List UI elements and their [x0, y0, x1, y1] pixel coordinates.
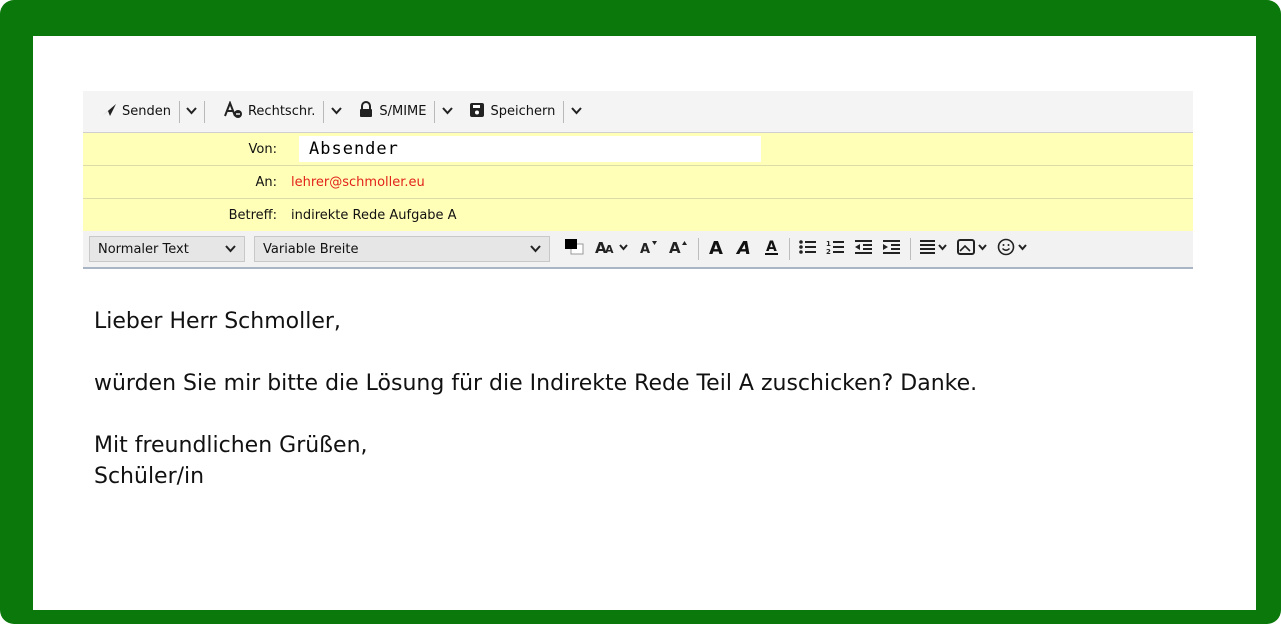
indent-icon	[882, 239, 902, 259]
compose-toolbar: Senden Rechtschr. S/MIME Speichern	[83, 91, 1193, 133]
chevron-down-icon	[225, 242, 236, 257]
send-dropdown[interactable]	[184, 98, 200, 126]
format-toolbar: Normaler Text Variable Breite AA A A A A…	[83, 231, 1193, 269]
toolbar-separator	[698, 238, 699, 260]
body-line: würden Sie mir bitte die Lösung für die …	[94, 371, 978, 396]
font-value: Variable Breite	[263, 241, 359, 257]
from-label: Von:	[248, 141, 277, 157]
spellcheck-dropdown[interactable]	[328, 98, 344, 126]
message-body[interactable]: Lieber Herr Schmoller, würden Sie mir bi…	[94, 306, 977, 492]
indent-button[interactable]	[878, 235, 906, 263]
to-row: An: lehrer@schmoller.eu	[83, 166, 1193, 199]
italic-icon: A	[735, 238, 755, 260]
svg-text:1: 1	[826, 240, 831, 248]
save-icon	[469, 102, 485, 122]
chevron-down-icon	[331, 104, 342, 119]
underline-button[interactable]: A	[759, 235, 785, 263]
align-button[interactable]	[915, 235, 953, 263]
chevron-down-icon	[571, 104, 582, 119]
subject-label: Betreff:	[228, 207, 277, 223]
chevron-down-icon	[530, 242, 541, 257]
font-smaller-icon: A	[638, 238, 660, 260]
svg-text:A: A	[735, 238, 751, 256]
align-icon	[919, 239, 949, 259]
toolbar-separator	[323, 100, 325, 123]
toolbar-separator	[203, 100, 205, 123]
text-color-button[interactable]	[558, 235, 590, 263]
from-row: Von: Absender	[83, 133, 1193, 166]
emoji-button[interactable]	[993, 235, 1035, 263]
outdent-button[interactable]	[850, 235, 878, 263]
lock-icon	[358, 101, 374, 122]
bold-button[interactable]: A	[703, 235, 731, 263]
closing-line: Mit freundlichen Grüßen,	[94, 433, 368, 458]
bold-icon: A	[707, 238, 727, 260]
signature-line: Schüler/in	[94, 464, 205, 489]
save-label: Speichern	[490, 104, 556, 119]
image-icon	[957, 239, 989, 259]
subject-row: Betreff: indirekte Rede Aufgabe A	[83, 199, 1193, 231]
greeting-line: Lieber Herr Schmoller,	[94, 309, 341, 334]
svg-text:A: A	[709, 238, 723, 256]
from-field[interactable]: Absender	[299, 136, 761, 162]
toolbar-separator	[563, 100, 565, 123]
smime-label: S/MIME	[379, 104, 427, 119]
insert-image-button[interactable]	[953, 235, 993, 263]
chevron-down-icon	[186, 104, 198, 119]
toolbar-separator	[434, 100, 436, 123]
chevron-down-icon	[442, 104, 453, 119]
bullet-list-icon	[798, 239, 818, 259]
increase-font-button[interactable]: A	[664, 235, 694, 263]
outdent-icon	[854, 239, 874, 259]
color-swatch-icon	[562, 237, 586, 261]
underline-icon: A	[763, 238, 781, 260]
toolbar-separator	[789, 238, 790, 260]
toolbar-separator	[910, 238, 911, 260]
to-field[interactable]: lehrer@schmoller.eu	[291, 175, 425, 190]
toolbar-separator	[178, 100, 180, 123]
spellcheck-icon	[223, 99, 243, 123]
compose-window: Senden Rechtschr. S/MIME Speichern Von: …	[83, 91, 1193, 269]
font-size-button[interactable]: AA	[590, 235, 634, 263]
svg-text:A: A	[605, 243, 614, 256]
italic-button[interactable]: A	[731, 235, 759, 263]
numbered-list-icon: 12	[826, 239, 846, 259]
svg-text:A: A	[766, 239, 777, 255]
decrease-font-button[interactable]: A	[634, 235, 664, 263]
send-button[interactable]: Senden	[97, 98, 175, 126]
save-dropdown[interactable]	[568, 98, 584, 126]
svg-text:A: A	[669, 239, 681, 256]
smime-button[interactable]: S/MIME	[354, 98, 430, 126]
header-fields: Von: Absender An: lehrer@schmoller.eu Be…	[83, 133, 1193, 231]
font-select[interactable]: Variable Breite	[254, 236, 550, 262]
svg-text:A: A	[640, 242, 650, 256]
bullet-list-button[interactable]	[794, 235, 822, 263]
paragraph-style-select[interactable]: Normaler Text	[89, 236, 245, 262]
font-size-icon: AA	[594, 238, 630, 260]
paragraph-style-value: Normaler Text	[98, 241, 189, 257]
send-label: Senden	[122, 104, 171, 119]
font-larger-icon: A	[668, 238, 690, 260]
save-button[interactable]: Speichern	[465, 98, 559, 126]
svg-text:2: 2	[826, 248, 831, 255]
send-icon	[101, 103, 117, 121]
to-label: An:	[255, 174, 277, 190]
numbered-list-button[interactable]: 12	[822, 235, 850, 263]
smime-dropdown[interactable]	[439, 98, 455, 126]
spellcheck-button[interactable]: Rechtschr.	[219, 98, 319, 126]
subject-field[interactable]: indirekte Rede Aufgabe A	[291, 208, 457, 223]
smiley-icon	[997, 238, 1031, 260]
spellcheck-label: Rechtschr.	[247, 104, 316, 119]
